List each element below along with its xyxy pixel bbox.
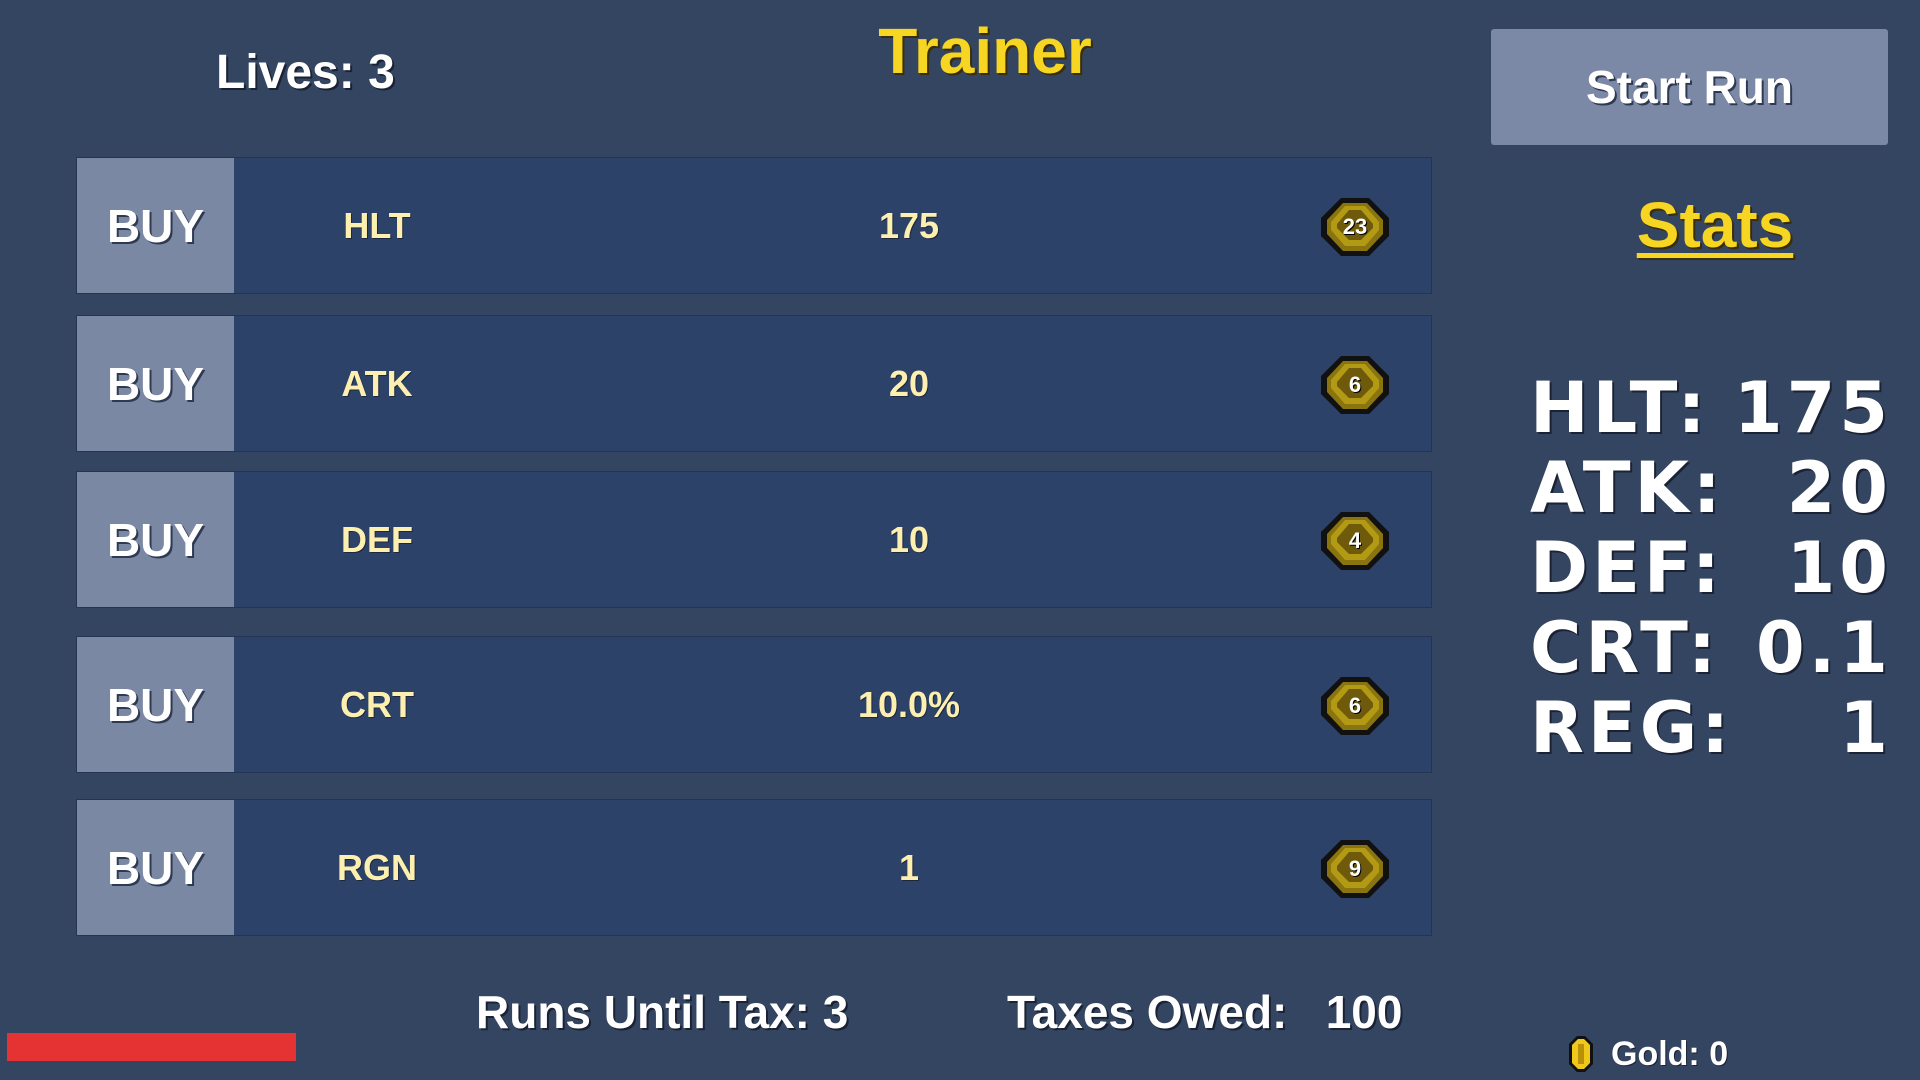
buy-button[interactable]: BUY xyxy=(77,800,234,935)
shop-row-hlt: BUY HLT 175 23 xyxy=(76,157,1432,294)
coin-icon: 9 xyxy=(1319,838,1391,900)
buy-button[interactable]: BUY xyxy=(77,316,234,451)
stats-list: HLT: 175 ATK: 20 DEF: 10 CRT: 0.1 REG: 1 xyxy=(1530,368,1892,768)
coin-icon: 23 xyxy=(1319,196,1391,258)
cost-label: 9 xyxy=(1348,856,1362,881)
cost-label: 6 xyxy=(1348,693,1362,718)
shop-stat-name: RGN xyxy=(337,846,417,888)
buy-button[interactable]: BUY xyxy=(77,158,234,293)
stat-value: 175 xyxy=(1733,367,1892,449)
shop-stat-value: 175 xyxy=(878,204,940,246)
stat-line-hlt: HLT: 175 xyxy=(1530,368,1892,448)
start-run-button[interactable]: Start Run xyxy=(1491,29,1888,145)
trainer-screen: Trainer Lives: 3 Start Run BUY HLT 175 2… xyxy=(0,0,1920,1080)
runs-until-tax: Runs Until Tax: 3 xyxy=(476,986,849,1038)
shop-stat-value: 10 xyxy=(888,518,930,560)
stat-label: REG: xyxy=(1530,687,1734,769)
shop-row-crt: BUY CRT 10.0% 6 xyxy=(76,636,1432,773)
stat-value: 10 xyxy=(1786,527,1892,609)
shop-row-atk: BUY ATK 20 6 xyxy=(76,315,1432,452)
stats-heading: Stats xyxy=(1636,189,1794,261)
cost-label: 23 xyxy=(1342,214,1368,239)
gold-counter: Gold: 0 xyxy=(1569,1034,1729,1073)
stat-value: 0.1 xyxy=(1755,607,1892,689)
buy-button[interactable]: BUY xyxy=(77,637,234,772)
shop-stat-value: 20 xyxy=(888,362,930,404)
lives-counter: Lives: 3 xyxy=(216,46,395,99)
buy-button[interactable]: BUY xyxy=(77,472,234,607)
coin-icon: 6 xyxy=(1319,675,1391,737)
stat-label: DEF: xyxy=(1530,527,1724,609)
stat-value: 20 xyxy=(1786,447,1892,529)
stat-line-def: DEF: 10 xyxy=(1530,528,1892,608)
shop-stat-name: ATK xyxy=(341,362,413,404)
shop-row-rgn: BUY RGN 1 9 xyxy=(76,799,1432,936)
shop-stat-value: 1 xyxy=(898,846,920,888)
stat-label: HLT: xyxy=(1530,367,1710,449)
stat-line-atk: ATK: 20 xyxy=(1530,448,1892,528)
health-bar xyxy=(7,1033,296,1061)
coin-icon xyxy=(1569,1036,1593,1072)
coin-icon: 4 xyxy=(1319,510,1391,572)
stat-value: 1 xyxy=(1839,687,1892,769)
shop-row-def: BUY DEF 10 4 xyxy=(76,471,1432,608)
cost-label: 4 xyxy=(1348,528,1362,553)
coin-icon: 6 xyxy=(1319,354,1391,416)
shop-stat-name: CRT xyxy=(340,683,414,725)
shop-stat-name: HLT xyxy=(343,204,411,246)
cost-label: 6 xyxy=(1348,372,1362,397)
taxes-owed: Taxes Owed: 100 xyxy=(1007,986,1403,1038)
stat-line-crt: CRT: 0.1 xyxy=(1530,608,1892,688)
stat-label: ATK: xyxy=(1530,447,1725,529)
shop-stat-name: DEF xyxy=(341,518,413,560)
stat-line-reg: REG: 1 xyxy=(1530,688,1892,768)
stat-label: CRT: xyxy=(1530,607,1721,689)
gold-amount: Gold: 0 xyxy=(1611,1034,1729,1073)
page-title: Trainer xyxy=(878,15,1092,87)
shop-stat-value: 10.0% xyxy=(857,683,961,725)
